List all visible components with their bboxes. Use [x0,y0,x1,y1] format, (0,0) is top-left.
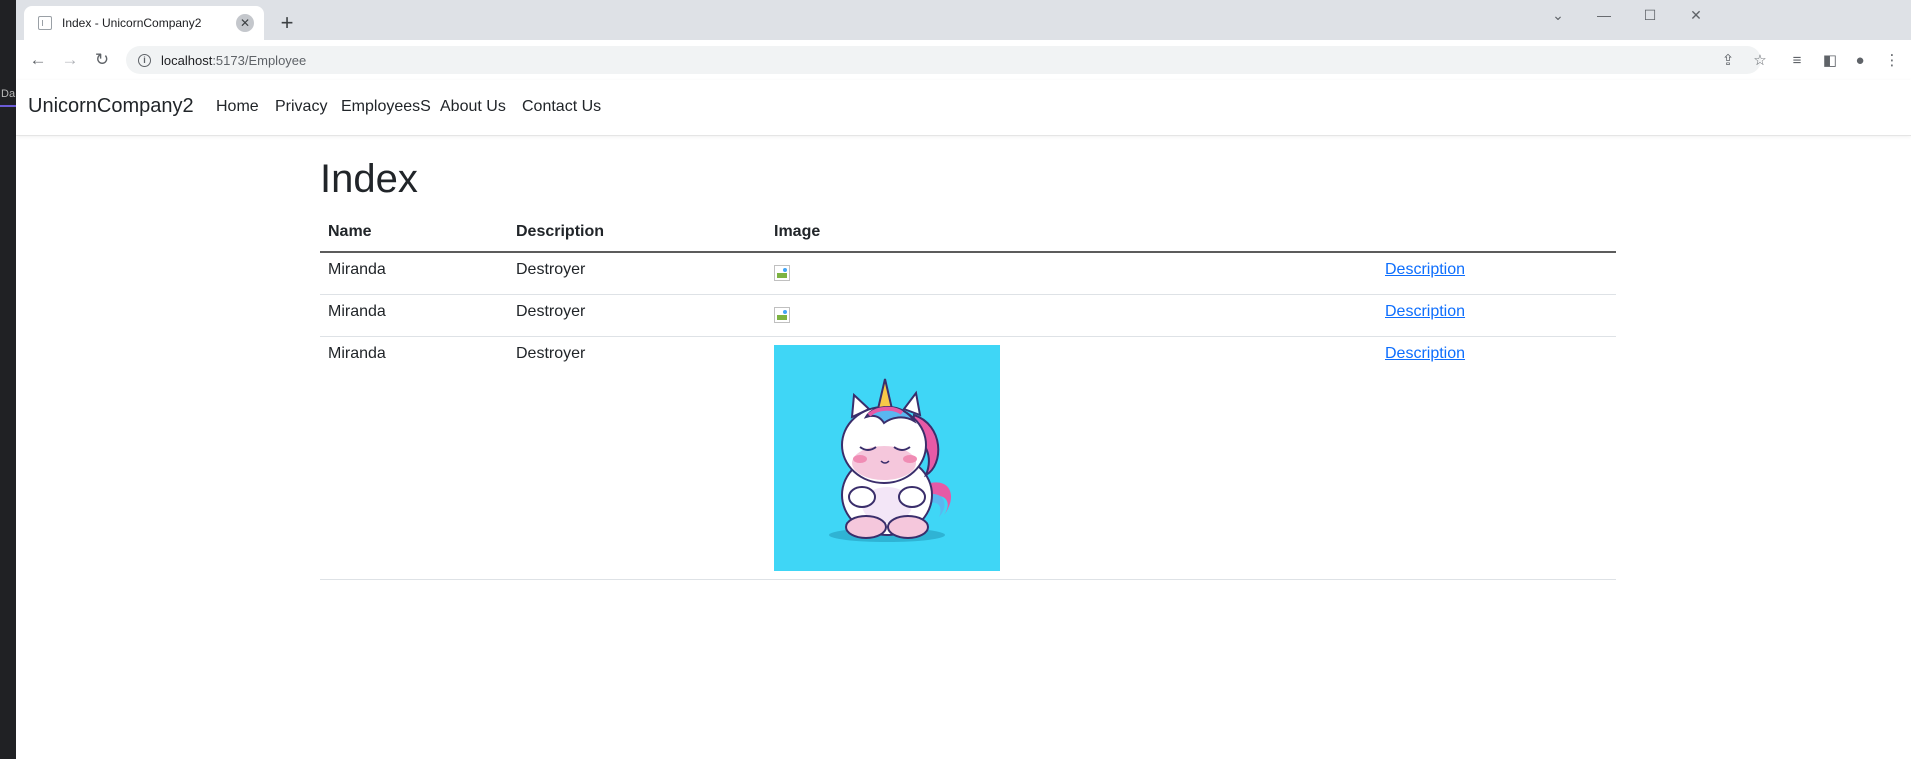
tab-close-icon[interactable]: ✕ [236,14,254,32]
table-header-row: Name Description Image [320,213,1616,253]
background-window-strip: Da [0,0,16,759]
table-row: Miranda Destroyer Description [320,336,1616,580]
column-header-actions [1377,213,1616,253]
table-row: Miranda Destroyer Description [320,294,1616,337]
reading-list-icon[interactable]: ≡ [1787,50,1807,70]
close-window-icon[interactable]: ✕ [1673,0,1719,30]
cell-actions: Description [1377,336,1616,580]
cell-image [766,252,1377,295]
reload-icon[interactable]: ↻ [92,50,112,70]
url-host: localhost [161,52,213,68]
minimize-icon[interactable]: — [1581,0,1627,30]
site-navbar: UnicornCompany2 Home Privacy EmployeesS … [16,80,1911,136]
main-content: Index Name Description Image Miranda Des… [320,135,1616,580]
broken-image-icon [774,307,790,323]
address-url[interactable]: localhost:5173/Employee [161,53,306,68]
address-bar[interactable]: i localhost:5173/Employee [126,46,1761,74]
cell-image [766,294,1377,337]
forward-icon[interactable]: → [60,50,80,70]
nav-link-home[interactable]: Home [216,98,259,116]
cell-name: Miranda [320,336,508,580]
site-info-icon[interactable]: i [138,53,151,67]
new-tab-button[interactable]: + [276,12,298,34]
share-icon[interactable]: ⇪ [1718,50,1738,70]
nav-link-about-us[interactable]: About Us [440,98,506,116]
background-window-accent [0,105,16,107]
employee-table: Name Description Image Miranda Destroyer… [320,213,1616,580]
cell-description: Destroyer [508,336,766,580]
back-icon[interactable]: ← [28,50,48,70]
unicorn-illustration [774,345,1000,571]
bookmark-star-icon[interactable]: ☆ [1750,50,1770,70]
cell-description: Destroyer [508,294,766,337]
browser-toolbar: ← → ↻ i localhost:5173/Employee ⇪ ☆ ≡ ◧ … [16,40,1911,81]
column-header-description: Description [508,213,766,253]
tab-strip: Index - UnicornCompany2 ✕ + ⌄ — ☐ ✕ [16,0,1911,40]
browser-chrome: Index - UnicornCompany2 ✕ + ⌄ — ☐ ✕ ← → … [16,0,1911,81]
column-header-image: Image [766,213,1377,253]
tab-title: Index - UnicornCompany2 [62,16,202,30]
nav-link-contact-us[interactable]: Contact Us [522,98,601,116]
side-panel-icon[interactable]: ◧ [1820,50,1840,70]
page-title: Index [320,157,418,201]
background-window-label: Da [1,88,16,100]
description-link[interactable]: Description [1385,303,1465,320]
cell-name: Miranda [320,252,508,295]
cell-image [766,336,1377,580]
description-link[interactable]: Description [1385,261,1465,278]
cell-actions: Description [1377,252,1616,295]
cell-name: Miranda [320,294,508,337]
table-row: Miranda Destroyer Description [320,252,1616,295]
column-header-name: Name [320,213,508,253]
cell-actions: Description [1377,294,1616,337]
profile-avatar-icon[interactable]: ● [1850,50,1870,70]
cell-description: Destroyer [508,252,766,295]
brand-link[interactable]: UnicornCompany2 [28,95,194,118]
tab-search-icon[interactable]: ⌄ [1535,0,1581,30]
nav-link-employees[interactable]: EmployeesS [341,98,431,116]
browser-tab[interactable]: Index - UnicornCompany2 ✕ [24,6,264,40]
broken-image-icon [774,265,790,281]
maximize-icon[interactable]: ☐ [1627,0,1673,30]
nav-link-privacy[interactable]: Privacy [275,98,327,116]
menu-icon[interactable]: ⋮ [1882,50,1902,70]
page-favicon-icon [38,16,52,30]
url-path: :5173/Employee [212,52,307,68]
description-link[interactable]: Description [1385,345,1465,362]
